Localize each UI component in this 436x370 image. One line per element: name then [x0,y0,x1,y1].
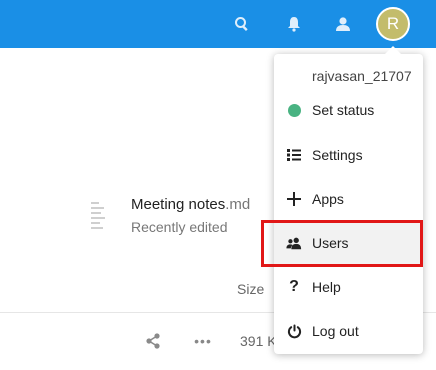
menu-item-label: Settings [312,147,363,163]
size-column-header[interactable]: Size [237,281,264,297]
menu-caret [384,46,402,55]
status-dot-icon [286,102,302,118]
menu-item-help[interactable]: ? Help [274,265,423,309]
share-icon[interactable] [144,332,162,350]
file-basename: Meeting notes [131,196,226,213]
power-icon [286,323,302,339]
avatar[interactable]: R [376,7,410,41]
username-label: rajvasan_21707 [312,68,412,84]
avatar-initial: R [386,14,400,33]
highlight-box [261,220,423,267]
menu-item-label: Log out [312,323,359,339]
menu-item-set-status[interactable]: Set status [274,88,423,132]
help-icon: ? [289,278,299,295]
file-size: 391 K [240,333,277,349]
search-icon[interactable] [230,12,254,36]
menu-item-log-out[interactable]: Log out [274,309,423,353]
menu-item-label: Apps [312,191,344,207]
menu-item-label: Set status [312,102,375,118]
contacts-icon[interactable] [331,12,355,36]
menu-item-label: Help [312,279,341,295]
top-bar: R [0,0,436,48]
recent-file-name: Meeting notes.md [131,196,250,213]
menu-item-apps[interactable]: Apps [274,177,423,221]
file-extension: .md [225,196,251,213]
plus-icon [286,191,302,207]
text-file-icon [88,196,110,236]
settings-list-icon [286,147,302,163]
user-menu: rajvasan_21707 Set status Settings Apps … [274,54,423,354]
notifications-icon[interactable] [282,12,306,36]
menu-item-settings[interactable]: Settings [274,133,423,177]
recent-file-subtitle: Recently edited [131,219,228,235]
more-actions-icon[interactable]: ••• [192,332,214,350]
